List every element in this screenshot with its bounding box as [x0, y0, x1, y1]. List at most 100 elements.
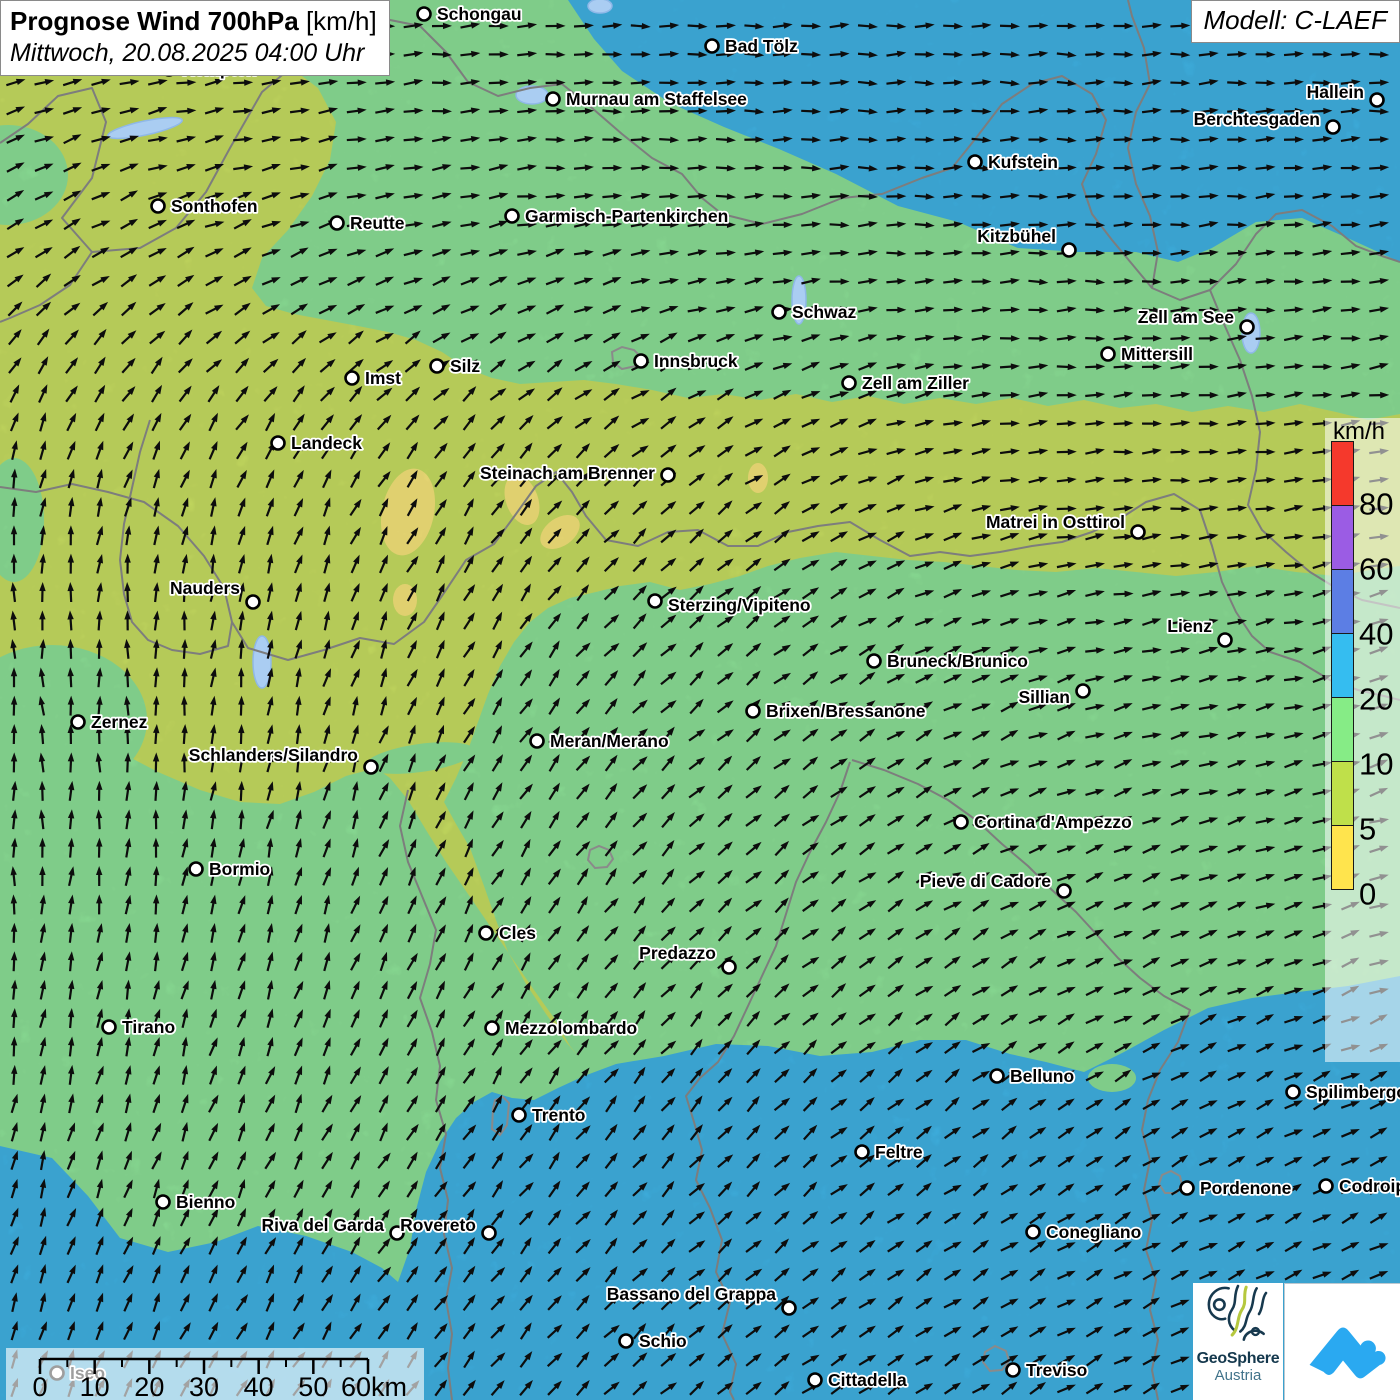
geosphere-country: Austria	[1193, 1367, 1283, 1384]
city-label: Lienz	[1167, 616, 1212, 636]
city-marker	[856, 1146, 869, 1159]
scalebar-label: 50	[298, 1372, 328, 1400]
city-marker	[1320, 1180, 1333, 1193]
city-label: Trento	[532, 1105, 585, 1125]
city-marker	[635, 355, 648, 368]
city-label: Kitzbühel	[977, 226, 1056, 246]
city-label: Sonthofen	[171, 196, 258, 216]
city-label: Cles	[499, 923, 536, 943]
geosphere-name: GeoSphere	[1193, 1350, 1283, 1367]
city-marker	[1181, 1182, 1194, 1195]
city-marker	[103, 1021, 116, 1034]
city-label: Sillian	[1018, 687, 1070, 707]
legend-value-label: 0	[1359, 877, 1376, 913]
city-marker	[1287, 1086, 1300, 1099]
city-label: Sterzing/Vipiteno	[668, 595, 811, 615]
scalebar-label: 30	[189, 1372, 219, 1400]
city-label: Schongau	[437, 4, 522, 24]
legend-segment	[1331, 569, 1354, 634]
city-marker	[747, 705, 760, 718]
city-marker	[991, 1070, 1004, 1083]
city-marker	[969, 156, 982, 169]
city-marker	[1077, 685, 1090, 698]
city-marker	[843, 377, 856, 390]
city-marker	[346, 372, 359, 385]
city-label: Brixen/Bressanone	[766, 701, 926, 721]
city-marker	[531, 735, 544, 748]
city-marker	[706, 40, 719, 53]
city-marker	[1063, 244, 1076, 257]
distance-scalebar: 0 10 20 30 40 50 60km	[6, 1348, 424, 1400]
city-label: Innsbruck	[654, 351, 738, 371]
wind-forecast-map-stage: SchongauBad TölzKemptenMurnau am Staffel…	[0, 0, 1400, 1400]
city-marker	[1058, 885, 1071, 898]
city-label: Murnau am Staffelsee	[566, 89, 747, 109]
city-label: Bassano del Grappa	[607, 1284, 776, 1304]
city-label: Codroipo	[1339, 1176, 1400, 1196]
city-marker	[1371, 94, 1384, 107]
title-unit: [km/h]	[306, 6, 377, 36]
city-marker	[649, 595, 662, 608]
city-label: Bruneck/Brunico	[887, 651, 1028, 671]
legend-value-label: 20	[1359, 682, 1393, 718]
city-marker	[547, 93, 560, 106]
city-label: Silz	[450, 356, 480, 376]
city-marker	[157, 1196, 170, 1209]
city-marker	[431, 360, 444, 373]
title-box: Prognose Wind 700hPa [km/h] Mittwoch, 20…	[0, 0, 390, 76]
city-marker	[272, 437, 285, 450]
weather-map: SchongauBad TölzKemptenMurnau am Staffel…	[0, 0, 1400, 1400]
city-label: Zell am Ziller	[862, 373, 969, 393]
scalebar-label: 60km	[341, 1372, 407, 1400]
city-label: Rovereto	[400, 1215, 476, 1235]
city-marker	[247, 596, 260, 609]
legend-colorbar	[1331, 441, 1354, 890]
partner-logo	[1284, 1283, 1400, 1400]
mountain-cloud-icon	[1299, 1298, 1387, 1386]
city-marker	[72, 716, 85, 729]
city-marker	[152, 200, 165, 213]
city-label: Imst	[365, 368, 401, 388]
city-label: Matrei in Osttirol	[986, 512, 1125, 532]
city-label: Spilimbergo	[1306, 1082, 1400, 1102]
city-marker	[418, 8, 431, 21]
city-marker	[1219, 634, 1232, 647]
scalebar-label: 20	[134, 1372, 164, 1400]
legend-value-label: 60	[1359, 552, 1393, 588]
city-label: Schwaz	[792, 302, 856, 322]
city-label: Belluno	[1010, 1066, 1074, 1086]
city-label: Reutte	[350, 213, 405, 233]
city-marker	[1027, 1226, 1040, 1239]
city-label: Landeck	[291, 433, 362, 453]
city-marker	[1241, 321, 1254, 334]
city-marker	[506, 210, 519, 223]
geosphere-contour-icon	[1203, 1283, 1273, 1345]
legend-value-label: 80	[1359, 487, 1393, 523]
legend-segment	[1331, 505, 1354, 570]
city-label: Predazzo	[639, 943, 716, 963]
wind-speed-legend: km/h 806040201050	[1325, 418, 1400, 1062]
city-marker	[773, 306, 786, 319]
city-marker	[1007, 1364, 1020, 1377]
city-marker	[483, 1227, 496, 1240]
city-marker	[486, 1022, 499, 1035]
city-label: Riva del Garda	[261, 1215, 384, 1235]
city-marker	[365, 761, 378, 774]
scalebar-label: 40	[244, 1372, 274, 1400]
scalebar-label: 0	[32, 1372, 47, 1400]
scalebar-label: 10	[80, 1372, 110, 1400]
lake	[588, 0, 612, 13]
legend-segment	[1331, 441, 1354, 506]
legend-value-label: 40	[1359, 617, 1393, 653]
legend-value-label: 5	[1359, 812, 1376, 848]
legend-segment	[1331, 761, 1354, 826]
geosphere-logo: GeoSphere Austria	[1193, 1283, 1283, 1400]
legend-segment	[1331, 633, 1354, 698]
city-label: Zernez	[91, 712, 148, 732]
city-label: Mittersill	[1121, 344, 1193, 364]
legend-segment	[1331, 697, 1354, 762]
page-title: Prognose Wind 700hPa [km/h]	[10, 6, 377, 37]
city-label: Meran/Merano	[550, 731, 669, 751]
model-label: Modell: C-LAEF	[1191, 0, 1400, 43]
city-label: Feltre	[875, 1142, 923, 1162]
